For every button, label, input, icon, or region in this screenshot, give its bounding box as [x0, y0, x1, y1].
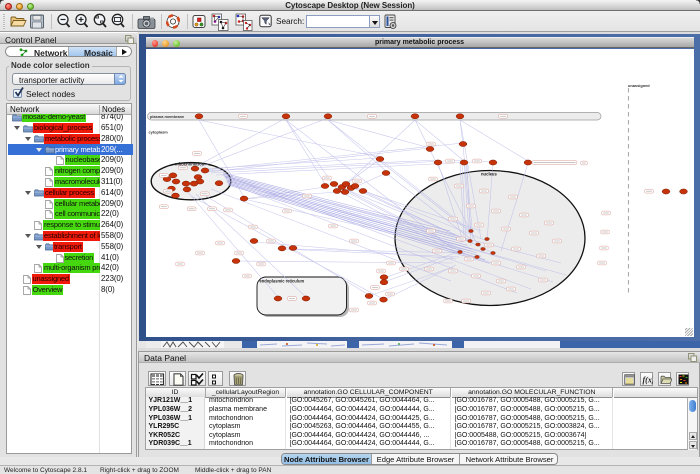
svg-text:mitochondrion: mitochondrion: [175, 161, 205, 166]
svg-text:endoplasmic reticulum: endoplasmic reticulum: [259, 278, 304, 283]
svg-text:plasma membrane: plasma membrane: [150, 113, 185, 118]
svg-text:cytoplasm: cytoplasm: [148, 129, 168, 134]
svg-text:f(x): f(x): [642, 376, 653, 385]
svg-text:nucleus: nucleus: [481, 171, 497, 176]
svg-text:unassigned: unassigned: [628, 83, 650, 88]
